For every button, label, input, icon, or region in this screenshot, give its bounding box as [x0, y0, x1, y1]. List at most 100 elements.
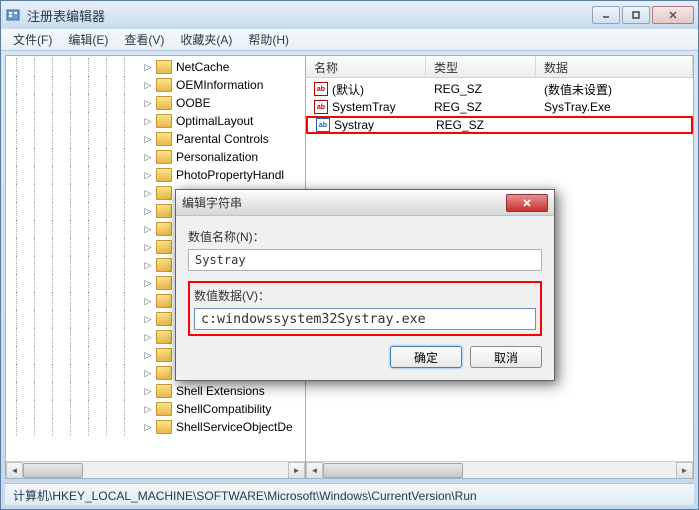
scroll-right-icon[interactable]: ► [676, 462, 693, 479]
maximize-button[interactable] [622, 6, 650, 24]
scroll-left-icon[interactable]: ◄ [6, 462, 23, 479]
tree-item[interactable]: ▷ OEMInformation [8, 76, 303, 94]
value-name-field[interactable]: Systray [188, 249, 542, 271]
expander-icon[interactable]: ▷ [142, 349, 154, 361]
tree-item[interactable]: ▷ ShellServiceObjectDe [8, 418, 303, 436]
tree-label: ShellServiceObjectDe [176, 420, 293, 434]
expander-icon[interactable]: ▷ [142, 313, 154, 325]
expander-icon[interactable]: ▷ [142, 79, 154, 91]
ok-button[interactable]: 确定 [390, 346, 462, 368]
folder-icon [156, 168, 172, 182]
menu-favorites[interactable]: 收藏夹(A) [172, 29, 240, 50]
tree-item[interactable]: ▷ShellCompatibility [8, 400, 303, 418]
list-body: ab(默认)REG_SZ(数值未设置)abSystemTrayREG_SZSys… [306, 78, 693, 136]
tree-label: Parental Controls [176, 132, 269, 146]
titlebar[interactable]: 注册表编辑器 [1, 1, 698, 29]
tree-label: Shell Extensions [176, 384, 265, 398]
col-data[interactable]: 数据 [536, 56, 693, 77]
expander-icon[interactable]: ▷ [142, 151, 154, 163]
string-value-icon: ab [314, 100, 328, 114]
folder-icon [156, 276, 172, 290]
scroll-thumb[interactable] [323, 463, 463, 478]
menu-edit[interactable]: 编辑(E) [60, 29, 116, 50]
value-data-input[interactable] [194, 308, 536, 330]
string-value-icon: ab [314, 82, 328, 96]
tree-item[interactable]: ▷PhotoPropertyHandl [8, 166, 303, 184]
expander-icon[interactable]: ▷ [142, 259, 154, 271]
col-name[interactable]: 名称 [306, 56, 426, 77]
expander-icon[interactable]: ▷ [142, 205, 154, 217]
folder-icon [156, 330, 172, 344]
tree-label: NetCache [176, 60, 229, 74]
folder-icon [156, 384, 172, 398]
scroll-left-icon[interactable]: ◄ [306, 462, 323, 479]
tree-item[interactable]: ▷Personalization [8, 148, 303, 166]
expander-icon[interactable]: ▷ [142, 421, 154, 433]
app-icon [5, 7, 21, 23]
list-row[interactable]: ab(默认)REG_SZ(数值未设置) [306, 80, 693, 98]
dialog-titlebar[interactable]: 编辑字符串 [176, 190, 554, 216]
value-name: (默认) [332, 81, 364, 98]
expander-icon[interactable]: ▷ [142, 133, 154, 145]
value-name: SystemTray [332, 100, 396, 114]
folder-icon [156, 186, 172, 200]
tree-item[interactable]: ▷ Shell Extensions [8, 382, 303, 400]
folder-icon [156, 132, 172, 146]
folder-icon [156, 96, 172, 110]
col-type[interactable]: 类型 [426, 56, 536, 77]
expander-icon[interactable]: ▷ [142, 241, 154, 253]
menu-view[interactable]: 查看(V) [116, 29, 172, 50]
string-value-icon: ab [316, 118, 330, 132]
expander-icon[interactable]: ▷ [142, 277, 154, 289]
value-data: (数值未设置) [536, 81, 693, 98]
value-type: REG_SZ [428, 118, 538, 132]
expander-icon[interactable]: ▷ [142, 187, 154, 199]
expander-icon[interactable]: ▷ [142, 97, 154, 109]
folder-icon [156, 402, 172, 416]
value-data: SysTray.Exe [536, 100, 693, 114]
folder-icon [156, 294, 172, 308]
expander-icon[interactable]: ▷ [142, 223, 154, 235]
expander-icon[interactable]: ▷ [142, 403, 154, 415]
dialog-title: 编辑字符串 [182, 194, 506, 211]
dialog-close-button[interactable] [506, 194, 548, 212]
expander-icon[interactable]: ▷ [142, 115, 154, 127]
expander-icon[interactable]: ▷ [142, 61, 154, 73]
tree-item[interactable]: ▷ Parental Controls [8, 130, 303, 148]
cancel-button[interactable]: 取消 [470, 346, 542, 368]
expander-icon[interactable]: ▷ [142, 169, 154, 181]
menu-help[interactable]: 帮助(H) [240, 29, 297, 50]
tree-item[interactable]: ▷OOBE [8, 94, 303, 112]
folder-icon [156, 312, 172, 326]
highlighted-field: 数值数据(V)： [188, 281, 542, 336]
folder-icon [156, 204, 172, 218]
statusbar: 计算机\HKEY_LOCAL_MACHINE\SOFTWARE\Microsof… [5, 483, 694, 505]
folder-icon [156, 258, 172, 272]
tree-label: OEMInformation [176, 78, 263, 92]
list-row[interactable]: abSystemTrayREG_SZSysTray.Exe [306, 98, 693, 116]
expander-icon[interactable]: ▷ [142, 385, 154, 397]
folder-icon [156, 114, 172, 128]
folder-icon [156, 420, 172, 434]
expander-icon[interactable]: ▷ [142, 367, 154, 379]
value-data-label: 数值数据(V)： [194, 287, 536, 304]
menu-file[interactable]: 文件(F) [5, 29, 60, 50]
list-hscrollbar[interactable]: ◄ ► [306, 461, 693, 478]
scroll-right-icon[interactable]: ► [288, 462, 305, 479]
window-controls [592, 6, 694, 24]
scroll-thumb[interactable] [23, 463, 83, 478]
expander-icon[interactable]: ▷ [142, 331, 154, 343]
folder-icon [156, 78, 172, 92]
tree-item[interactable]: ▷OptimalLayout [8, 112, 303, 130]
folder-icon [156, 60, 172, 74]
value-name: Systray [334, 118, 374, 132]
tree-item[interactable]: ▷ NetCache [8, 58, 303, 76]
close-button[interactable] [652, 6, 694, 24]
tree-hscrollbar[interactable]: ◄ ► [6, 461, 305, 478]
expander-icon[interactable]: ▷ [142, 295, 154, 307]
folder-icon [156, 366, 172, 380]
folder-icon [156, 150, 172, 164]
minimize-button[interactable] [592, 6, 620, 24]
folder-icon [156, 348, 172, 362]
list-row[interactable]: ab Systray REG_SZ [306, 116, 693, 134]
